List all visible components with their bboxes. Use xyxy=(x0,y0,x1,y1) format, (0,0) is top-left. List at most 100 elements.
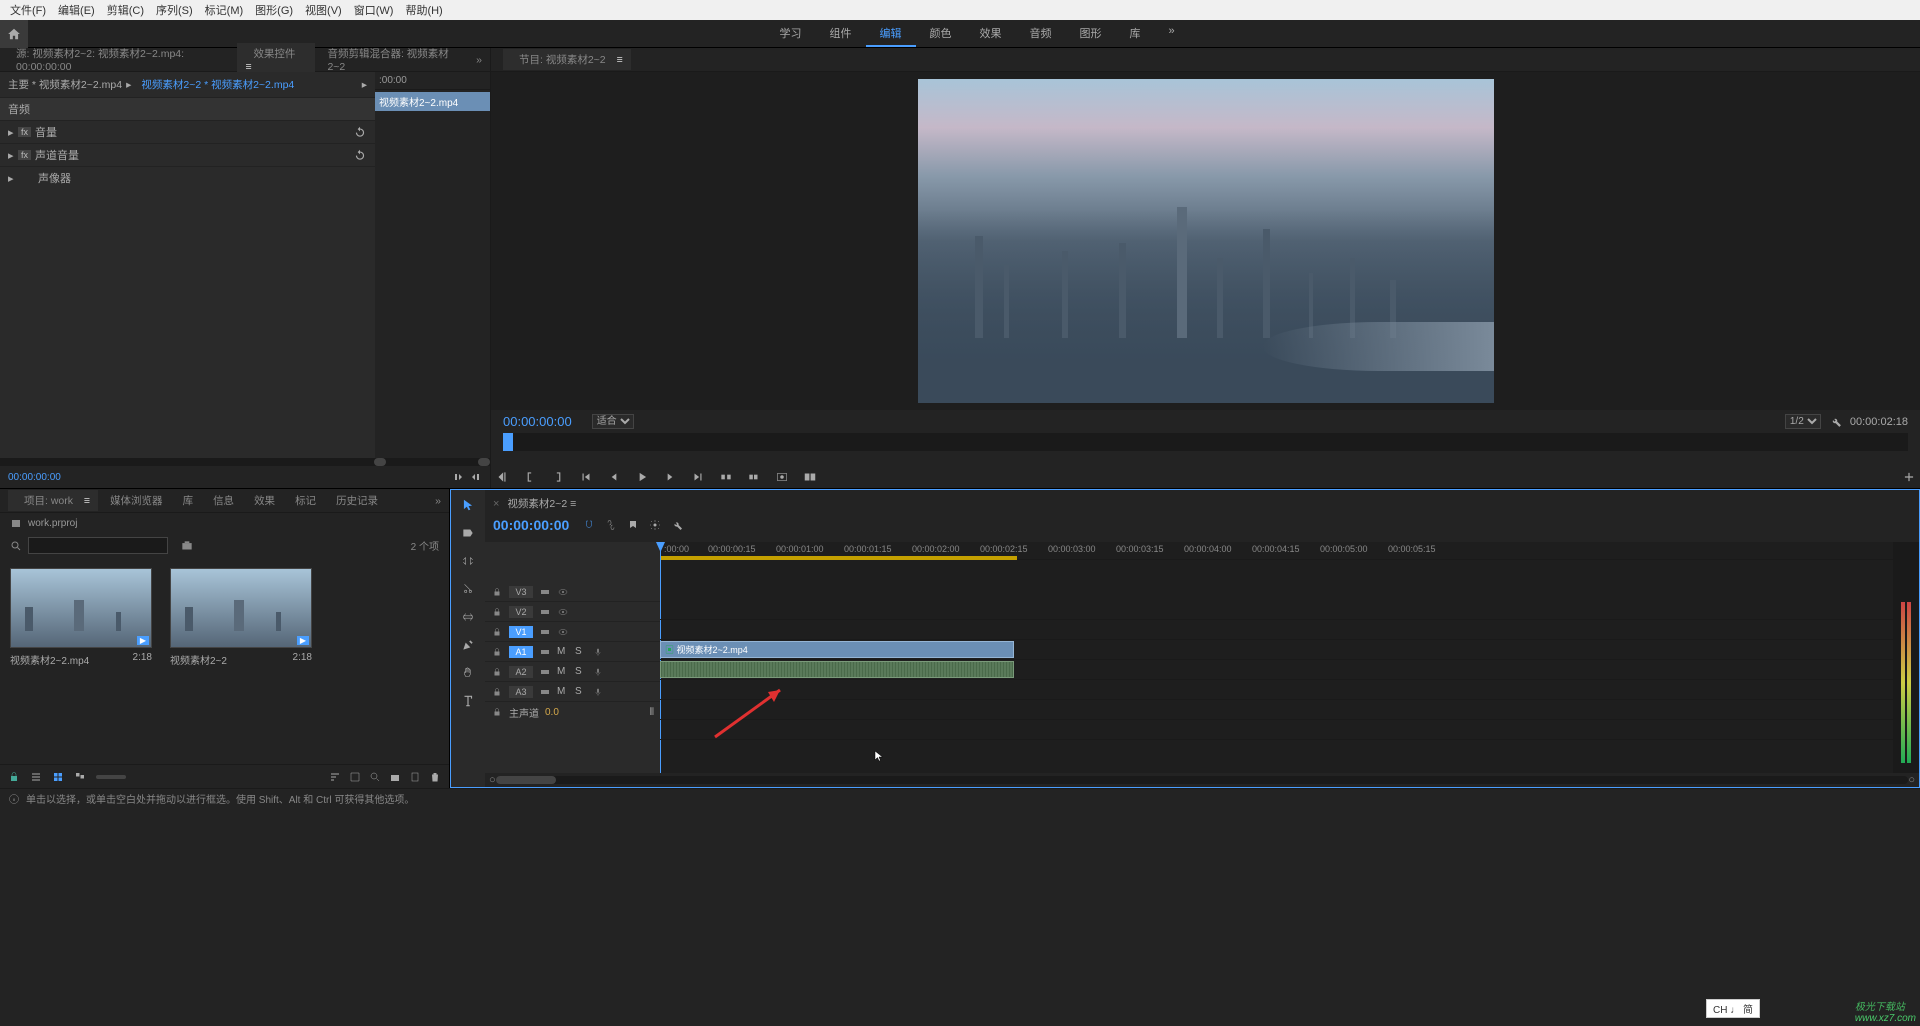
mute-button[interactable]: M xyxy=(557,666,569,678)
menu-graphics[interactable]: 图形(G) xyxy=(249,2,299,18)
effect-panner[interactable]: ▸声像器 xyxy=(0,166,375,189)
freeform-view-icon[interactable] xyxy=(74,771,86,783)
ripple-edit-tool[interactable] xyxy=(459,552,477,570)
wrench-icon[interactable] xyxy=(1829,415,1842,428)
audio-clip[interactable] xyxy=(660,661,1014,678)
comparison-icon[interactable] xyxy=(803,470,817,484)
goto-out-icon[interactable] xyxy=(691,470,705,484)
menu-help[interactable]: 帮助(H) xyxy=(399,2,448,18)
slip-tool[interactable] xyxy=(459,608,477,626)
toggle-output-icon[interactable] xyxy=(539,686,551,698)
track-header-v1[interactable]: V1 xyxy=(485,622,660,642)
bin-icon[interactable] xyxy=(10,517,22,529)
timeline-tab[interactable]: 视频素材2~2 ≡ xyxy=(499,494,584,513)
project-search-input[interactable] xyxy=(28,537,168,554)
workspace-graphics[interactable]: 图形 xyxy=(1066,21,1116,47)
tab-info[interactable]: 信息 xyxy=(205,490,242,511)
icon-view-icon[interactable] xyxy=(52,771,64,783)
tab-history[interactable]: 历史记录 xyxy=(328,490,386,511)
project-thumbnail[interactable]: ▶ xyxy=(10,568,152,648)
track-name[interactable]: V1 xyxy=(509,626,533,638)
menu-marker[interactable]: 标记(M) xyxy=(199,2,250,18)
menu-edit[interactable]: 编辑(E) xyxy=(52,2,101,18)
track-name[interactable]: A1 xyxy=(509,646,533,658)
step-forward-icon[interactable] xyxy=(663,470,677,484)
track-header-v2[interactable]: V2 xyxy=(485,602,660,622)
program-fit-select[interactable]: 适合 xyxy=(592,414,634,429)
hand-tool[interactable] xyxy=(459,664,477,682)
tab-markers[interactable]: 标记 xyxy=(287,490,324,511)
program-video[interactable] xyxy=(491,72,1920,410)
track-name[interactable]: A2 xyxy=(509,666,533,678)
tab-program[interactable]: 节目: 视频素材2~2 ≡ xyxy=(503,49,631,70)
workspace-color[interactable]: 颜色 xyxy=(916,21,966,47)
menu-clip[interactable]: 剪辑(C) xyxy=(101,2,150,18)
tab-libraries[interactable]: 库 xyxy=(175,490,202,511)
lock-icon[interactable] xyxy=(491,686,503,698)
workspace-audio[interactable]: 音频 xyxy=(1016,21,1066,47)
snap-icon[interactable] xyxy=(583,519,595,531)
program-playhead[interactable] xyxy=(503,433,513,451)
tab-project[interactable]: 项目: work ≡ xyxy=(8,490,98,511)
effect-timeline-clip[interactable]: 视频素材2~2.mp4 xyxy=(375,92,490,111)
track-v3-lane[interactable] xyxy=(660,600,1893,620)
mark-in-bracket-icon[interactable] xyxy=(523,470,537,484)
track-a1-lane[interactable] xyxy=(660,660,1893,680)
track-name[interactable]: V2 xyxy=(509,606,533,618)
effect-volume[interactable]: ▸fx音量 xyxy=(0,120,375,143)
lock-icon[interactable] xyxy=(491,586,503,598)
effect-timeline[interactable]: :00:00 视频素材2~2.mp4 xyxy=(375,72,490,458)
new-bin-icon[interactable] xyxy=(180,539,194,553)
menu-file[interactable]: 文件(F) xyxy=(4,2,52,18)
trash-icon[interactable] xyxy=(429,771,441,783)
goto-in-icon[interactable] xyxy=(579,470,593,484)
workspace-learn[interactable]: 学习 xyxy=(766,21,816,47)
master-track[interactable]: 主声道 0.0 ⫴ xyxy=(485,702,660,722)
razor-tool[interactable] xyxy=(459,580,477,598)
reset-icon[interactable] xyxy=(353,148,367,162)
tab-effects[interactable]: 效果 xyxy=(246,490,283,511)
track-v2-lane[interactable] xyxy=(660,620,1893,640)
menu-view[interactable]: 视图(V) xyxy=(299,2,348,18)
voice-icon[interactable] xyxy=(593,667,603,677)
effect-nav-icon[interactable] xyxy=(470,471,482,483)
track-header-a3[interactable]: A3 M S xyxy=(485,682,660,702)
linked-selection-icon[interactable] xyxy=(605,519,617,531)
lock-icon[interactable] xyxy=(491,626,503,638)
effect-timecode[interactable]: 00:00:00:00 xyxy=(8,472,61,483)
workspace-effects[interactable]: 效果 xyxy=(966,21,1016,47)
new-bin-button-icon[interactable] xyxy=(389,771,401,783)
track-name[interactable]: A3 xyxy=(509,686,533,698)
solo-button[interactable]: S xyxy=(575,686,587,698)
source-tabs-more[interactable]: » xyxy=(468,54,490,66)
toggle-output-icon[interactable] xyxy=(539,606,551,618)
track-header-a2[interactable]: A2 M S xyxy=(485,662,660,682)
find-icon[interactable] xyxy=(369,771,381,783)
play-icon[interactable] xyxy=(635,470,649,484)
eye-icon[interactable] xyxy=(557,586,569,598)
lock-icon[interactable] xyxy=(491,606,503,618)
track-a2-lane[interactable] xyxy=(660,680,1893,700)
project-item[interactable]: ▶ 视频素材2~2.mp4 2:18 xyxy=(10,568,152,754)
new-item-icon[interactable] xyxy=(409,771,421,783)
type-tool[interactable] xyxy=(459,692,477,710)
lock-icon[interactable] xyxy=(491,646,503,658)
lock-icon[interactable] xyxy=(491,666,503,678)
workspace-libraries[interactable]: 库 xyxy=(1116,21,1155,47)
timeline-ruler[interactable]: :00:00 00:00:00:15 00:00:01:00 00:00:01:… xyxy=(660,542,1893,560)
eye-icon[interactable] xyxy=(557,606,569,618)
track-v1-lane[interactable]: ▣ 视频素材2~2.mp4 xyxy=(660,640,1893,660)
tab-media-browser[interactable]: 媒体浏览器 xyxy=(102,490,171,511)
video-clip[interactable]: ▣ 视频素材2~2.mp4 xyxy=(660,641,1014,658)
lift-icon[interactable] xyxy=(719,470,733,484)
track-a3-lane[interactable] xyxy=(660,700,1893,720)
toggle-output-icon[interactable] xyxy=(539,626,551,638)
menu-window[interactable]: 窗口(W) xyxy=(348,2,400,18)
effect-audio-header[interactable]: 音频 xyxy=(0,97,375,120)
track-name[interactable]: V3 xyxy=(509,586,533,598)
step-back-icon[interactable] xyxy=(607,470,621,484)
menu-sequence[interactable]: 序列(S) xyxy=(150,2,199,18)
project-tabs-more[interactable]: » xyxy=(427,495,449,507)
eye-icon[interactable] xyxy=(557,626,569,638)
sort-icon[interactable] xyxy=(329,771,341,783)
